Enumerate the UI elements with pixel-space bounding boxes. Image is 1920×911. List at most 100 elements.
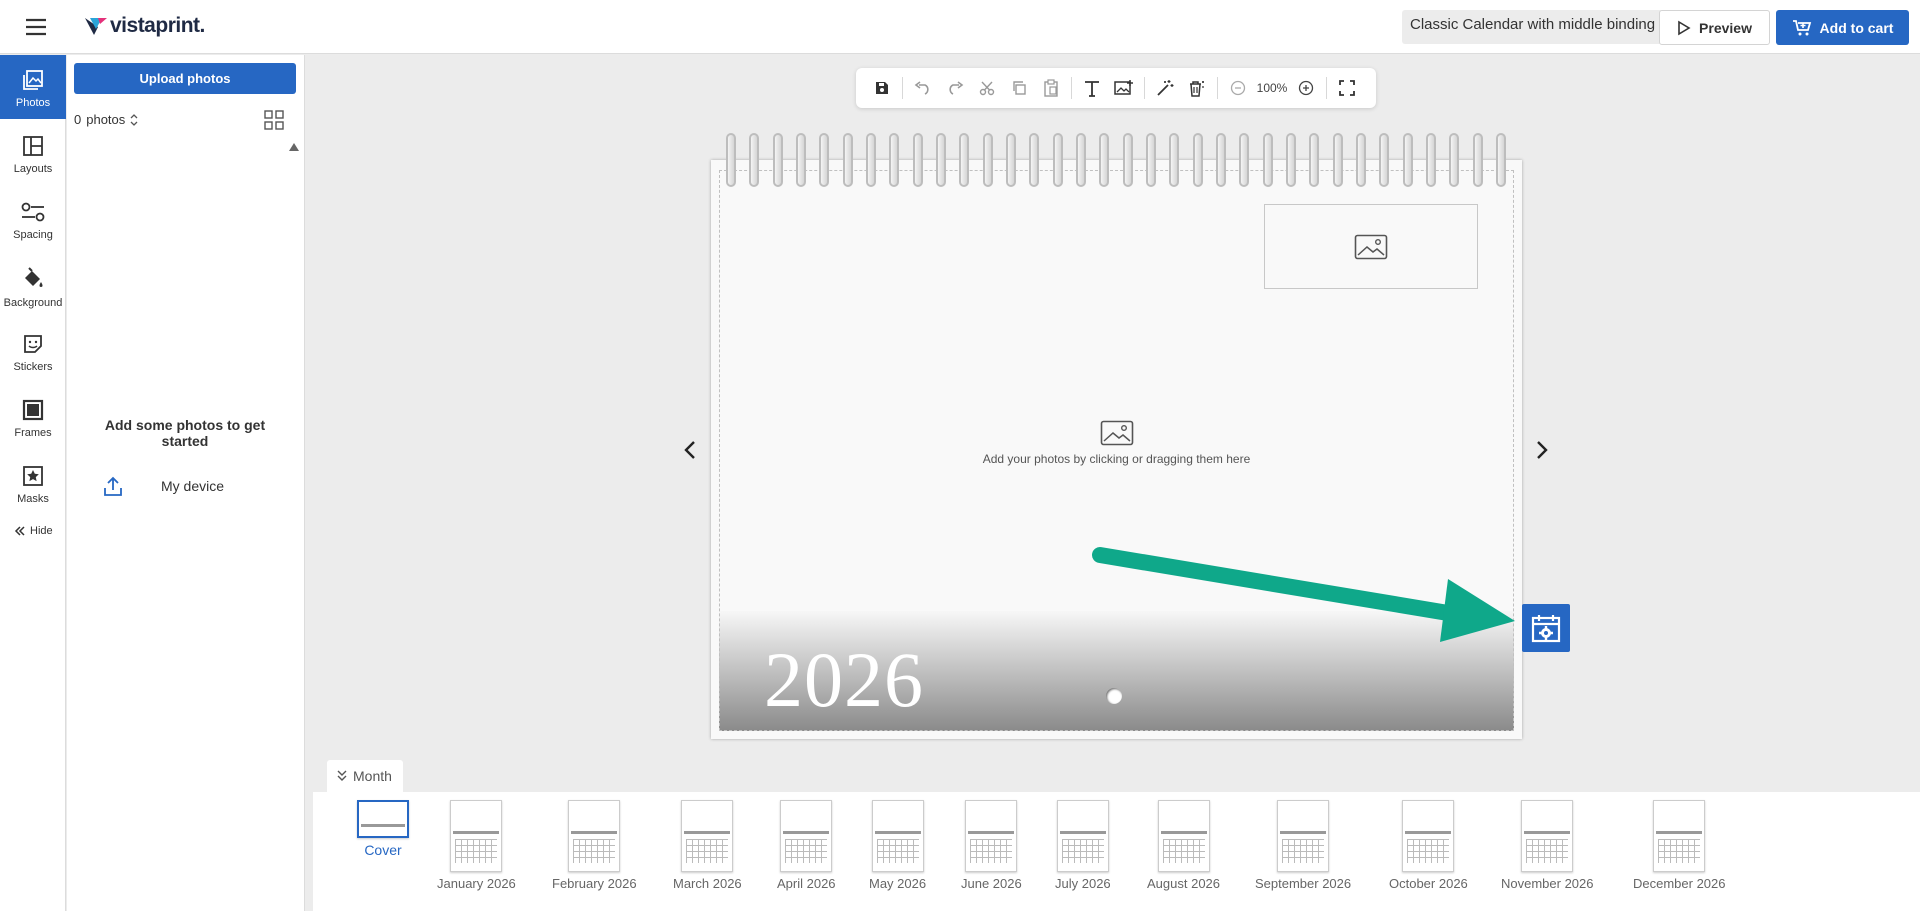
copy-icon[interactable] (1003, 72, 1035, 104)
spiral-ring (1192, 133, 1203, 187)
spiral-ring (982, 133, 993, 187)
vistaprint-logo[interactable]: vistaprint. (84, 14, 205, 38)
editor-toolbar: 100% (856, 68, 1376, 108)
photo-count-sort[interactable]: 0 photos (74, 112, 138, 127)
thumb-label: May 2026 (869, 876, 927, 891)
add-to-cart-button[interactable]: Add to cart (1776, 10, 1909, 45)
thumb-march[interactable]: March 2026 (673, 800, 742, 891)
thumb-label: July 2026 (1055, 876, 1111, 891)
delete-all-icon[interactable] (1181, 72, 1213, 104)
rail-label: Photos (15, 97, 51, 109)
rail-label: Masks (17, 493, 49, 505)
rail-item-stickers[interactable]: Stickers (0, 319, 66, 383)
thumb-november[interactable]: November 2026 (1501, 800, 1594, 891)
rail-item-layouts[interactable]: Layouts (0, 121, 66, 185)
thumb-december[interactable]: December 2026 (1633, 800, 1726, 891)
thumb-page (1402, 800, 1455, 872)
previous-page-chevron-icon[interactable] (680, 436, 700, 464)
spiral-ring (819, 133, 830, 187)
calendar-gear-icon (1531, 615, 1561, 643)
rail-item-background[interactable]: Background (0, 253, 66, 317)
rail-label: Layouts (13, 163, 53, 175)
thumb-page (357, 800, 409, 838)
main-photo-dropzone[interactable]: Add your photos by clicking or dragging … (711, 420, 1522, 466)
tool-rail: Photos Layouts Spacing Background Sticke… (0, 55, 66, 911)
spiral-ring (1285, 133, 1296, 187)
photo-count-unit: photos (86, 112, 126, 127)
fullscreen-icon[interactable] (1331, 72, 1363, 104)
thumb-label: September 2026 (1255, 876, 1352, 891)
rail-item-spacing[interactable]: Spacing (0, 187, 66, 251)
thumb-february[interactable]: February 2026 (552, 800, 637, 891)
thumb-april[interactable]: April 2026 (777, 800, 836, 891)
thumb-page (871, 800, 924, 872)
hide-panel-button[interactable]: Hide (14, 525, 53, 537)
rail-item-masks[interactable]: Masks (0, 451, 66, 515)
thumb-june[interactable]: June 2026 (961, 800, 1022, 891)
thumb-january[interactable]: January 2026 (437, 800, 516, 891)
grid-view-toggle-icon[interactable] (264, 110, 284, 130)
thumb-october[interactable]: October 2026 (1389, 800, 1468, 891)
add-text-icon[interactable] (1076, 72, 1108, 104)
spiral-ring (1075, 133, 1086, 187)
photo-dropzone-hint: Add your photos by clicking or dragging … (982, 452, 1251, 466)
logo-text: vistaprint. (110, 14, 205, 37)
zoom-out-icon[interactable] (1222, 72, 1254, 104)
spacing-icon (21, 202, 45, 222)
save-icon[interactable] (866, 72, 898, 104)
logo-mark-icon (85, 18, 107, 35)
rail-label: Frames (14, 427, 52, 439)
thumb-label: November 2026 (1501, 876, 1594, 891)
spiral-ring (749, 133, 760, 187)
photos-icon (23, 70, 43, 90)
next-page-chevron-icon[interactable] (1532, 436, 1552, 464)
sticker-icon (24, 335, 42, 353)
thumb-may[interactable]: May 2026 (869, 800, 926, 891)
spiral-ring (1332, 133, 1343, 187)
calendar-year-text[interactable]: 2026 (764, 635, 924, 725)
month-strip-toggle[interactable]: Month (327, 760, 403, 792)
rail-label: Background (3, 297, 63, 309)
thumb-label: March 2026 (673, 876, 742, 891)
thumb-label: August 2026 (1147, 876, 1221, 891)
calendar-page-canvas[interactable]: Add your photos by clicking or dragging … (711, 160, 1522, 739)
spiral-ring (959, 133, 970, 187)
thumb-label: December 2026 (1633, 876, 1726, 891)
thumb-september[interactable]: September 2026 (1255, 800, 1351, 891)
rail-item-frames[interactable]: Frames (0, 385, 66, 449)
zoom-in-icon[interactable] (1290, 72, 1322, 104)
my-device-upload[interactable]: My device (103, 475, 283, 497)
play-icon (1678, 20, 1691, 35)
toolbar-divider (1217, 77, 1218, 99)
thumb-august[interactable]: August 2026 (1147, 800, 1220, 891)
mask-icon (23, 466, 43, 486)
thumb-page (965, 800, 1018, 872)
thumb-july[interactable]: July 2026 (1055, 800, 1111, 891)
spiral-ring (1495, 133, 1506, 187)
upload-photos-button[interactable]: Upload photos (74, 63, 296, 94)
small-photo-placeholder[interactable] (1264, 204, 1478, 289)
undo-icon[interactable] (907, 72, 939, 104)
hamburger-menu-icon[interactable] (22, 15, 50, 39)
scroll-up-arrow[interactable] (289, 143, 299, 151)
cut-icon[interactable] (971, 72, 1003, 104)
preview-button-label: Preview (1699, 19, 1752, 36)
redo-icon[interactable] (939, 72, 971, 104)
calendar-settings-button[interactable] (1522, 604, 1570, 652)
thumb-page (568, 800, 621, 872)
thumb-cover[interactable]: Cover (357, 800, 409, 858)
paste-icon[interactable] (1035, 72, 1067, 104)
spiral-ring (1449, 133, 1460, 187)
spiral-ring (1309, 133, 1320, 187)
toolbar-divider (1071, 77, 1072, 99)
thumb-page (1521, 800, 1574, 872)
spiral-ring (1355, 133, 1366, 187)
preview-button[interactable]: Preview (1659, 10, 1770, 45)
thumb-label: Cover (364, 842, 402, 858)
add-image-icon[interactable] (1108, 72, 1140, 104)
magic-wand-icon[interactable] (1149, 72, 1181, 104)
spiral-ring (1379, 133, 1390, 187)
rail-item-photos[interactable]: Photos (0, 55, 66, 119)
image-placeholder-icon (1354, 234, 1388, 259)
hanging-hole (1106, 688, 1122, 704)
